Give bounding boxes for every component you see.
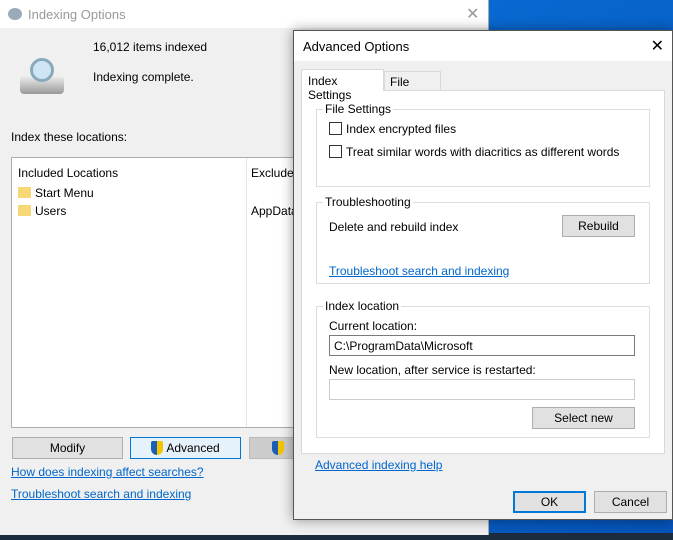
new-location-label: New location, after service is restarted… bbox=[329, 363, 536, 377]
folder-icon bbox=[18, 187, 31, 198]
close-icon[interactable]: ✕ bbox=[651, 36, 664, 56]
current-location-label: Current location: bbox=[329, 319, 418, 333]
folder-icon bbox=[18, 205, 31, 216]
rebuild-label: Delete and rebuild index bbox=[329, 220, 459, 234]
troubleshooting-group: Troubleshooting Delete and rebuild index… bbox=[316, 195, 650, 284]
how-indexing-affects-link[interactable]: How does indexing affect searches? bbox=[11, 465, 204, 479]
new-location-field[interactable] bbox=[329, 379, 635, 400]
dialog-title: Advanced Options bbox=[303, 38, 410, 54]
list-item[interactable]: Users bbox=[18, 204, 66, 218]
exclude-value: AppData bbox=[251, 204, 298, 218]
ok-button[interactable]: OK bbox=[513, 491, 586, 513]
rebuild-button[interactable]: Rebuild bbox=[562, 215, 635, 237]
column-header-exclude[interactable]: Exclude bbox=[251, 166, 294, 180]
shield-icon bbox=[271, 441, 284, 455]
column-header-included[interactable]: Included Locations bbox=[18, 166, 118, 180]
locations-list[interactable]: Included Locations Exclude Start Menu Us… bbox=[11, 157, 311, 428]
title-bar: Indexing Options ✕ bbox=[0, 0, 488, 28]
diacritics-checkbox[interactable]: Treat similar words with diacritics as d… bbox=[329, 145, 619, 159]
advanced-button[interactable]: Advanced bbox=[130, 437, 241, 459]
checkbox-label: Index encrypted files bbox=[346, 122, 457, 136]
shield-icon bbox=[151, 441, 164, 455]
cancel-button[interactable]: Cancel bbox=[594, 491, 667, 513]
location-name: Start Menu bbox=[35, 186, 94, 200]
checkbox-label: Treat similar words with diacritics as d… bbox=[346, 145, 620, 159]
index-locations-label: Index these locations: bbox=[11, 130, 128, 144]
advanced-indexing-help-link[interactable]: Advanced indexing help bbox=[315, 458, 442, 472]
current-location-field[interactable]: C:\ProgramData\Microsoft bbox=[329, 335, 635, 356]
location-name: Users bbox=[35, 204, 67, 218]
dialog-title-bar: Advanced Options ✕ bbox=[294, 31, 672, 61]
drive-search-icon bbox=[18, 58, 64, 98]
advanced-options-dialog: Advanced Options ✕ Index Settings File Ty… bbox=[293, 30, 673, 520]
troubleshoot-link[interactable]: Troubleshoot search and indexing bbox=[329, 264, 509, 278]
items-indexed-count: 16,012 items indexed bbox=[93, 40, 208, 54]
group-label: File Settings bbox=[323, 102, 394, 116]
checkbox[interactable] bbox=[329, 145, 342, 158]
troubleshoot-link[interactable]: Troubleshoot search and indexing bbox=[11, 487, 191, 501]
column-divider bbox=[246, 158, 247, 427]
indexing-status: Indexing complete. bbox=[93, 70, 194, 84]
select-new-button[interactable]: Select new bbox=[532, 407, 635, 429]
file-settings-group: File Settings Index encrypted files Trea… bbox=[316, 102, 650, 187]
window-title: Indexing Options bbox=[28, 6, 126, 22]
tab-file-types[interactable]: File Types bbox=[384, 71, 441, 103]
close-icon[interactable]: ✕ bbox=[466, 4, 479, 24]
checkbox[interactable] bbox=[329, 122, 342, 135]
group-label: Troubleshooting bbox=[323, 195, 413, 209]
index-location-group: Index location Current location: C:\Prog… bbox=[316, 299, 650, 438]
tab-panel: File Settings Index encrypted files Trea… bbox=[301, 90, 665, 454]
indexing-icon bbox=[8, 8, 22, 20]
list-item[interactable]: Start Menu bbox=[18, 186, 94, 200]
modify-button[interactable]: Modify bbox=[12, 437, 123, 459]
encrypted-files-checkbox[interactable]: Index encrypted files bbox=[329, 122, 456, 136]
advanced-label: Advanced bbox=[166, 441, 220, 455]
tab-index-settings[interactable]: Index Settings bbox=[301, 69, 384, 102]
group-label: Index location bbox=[323, 299, 402, 313]
